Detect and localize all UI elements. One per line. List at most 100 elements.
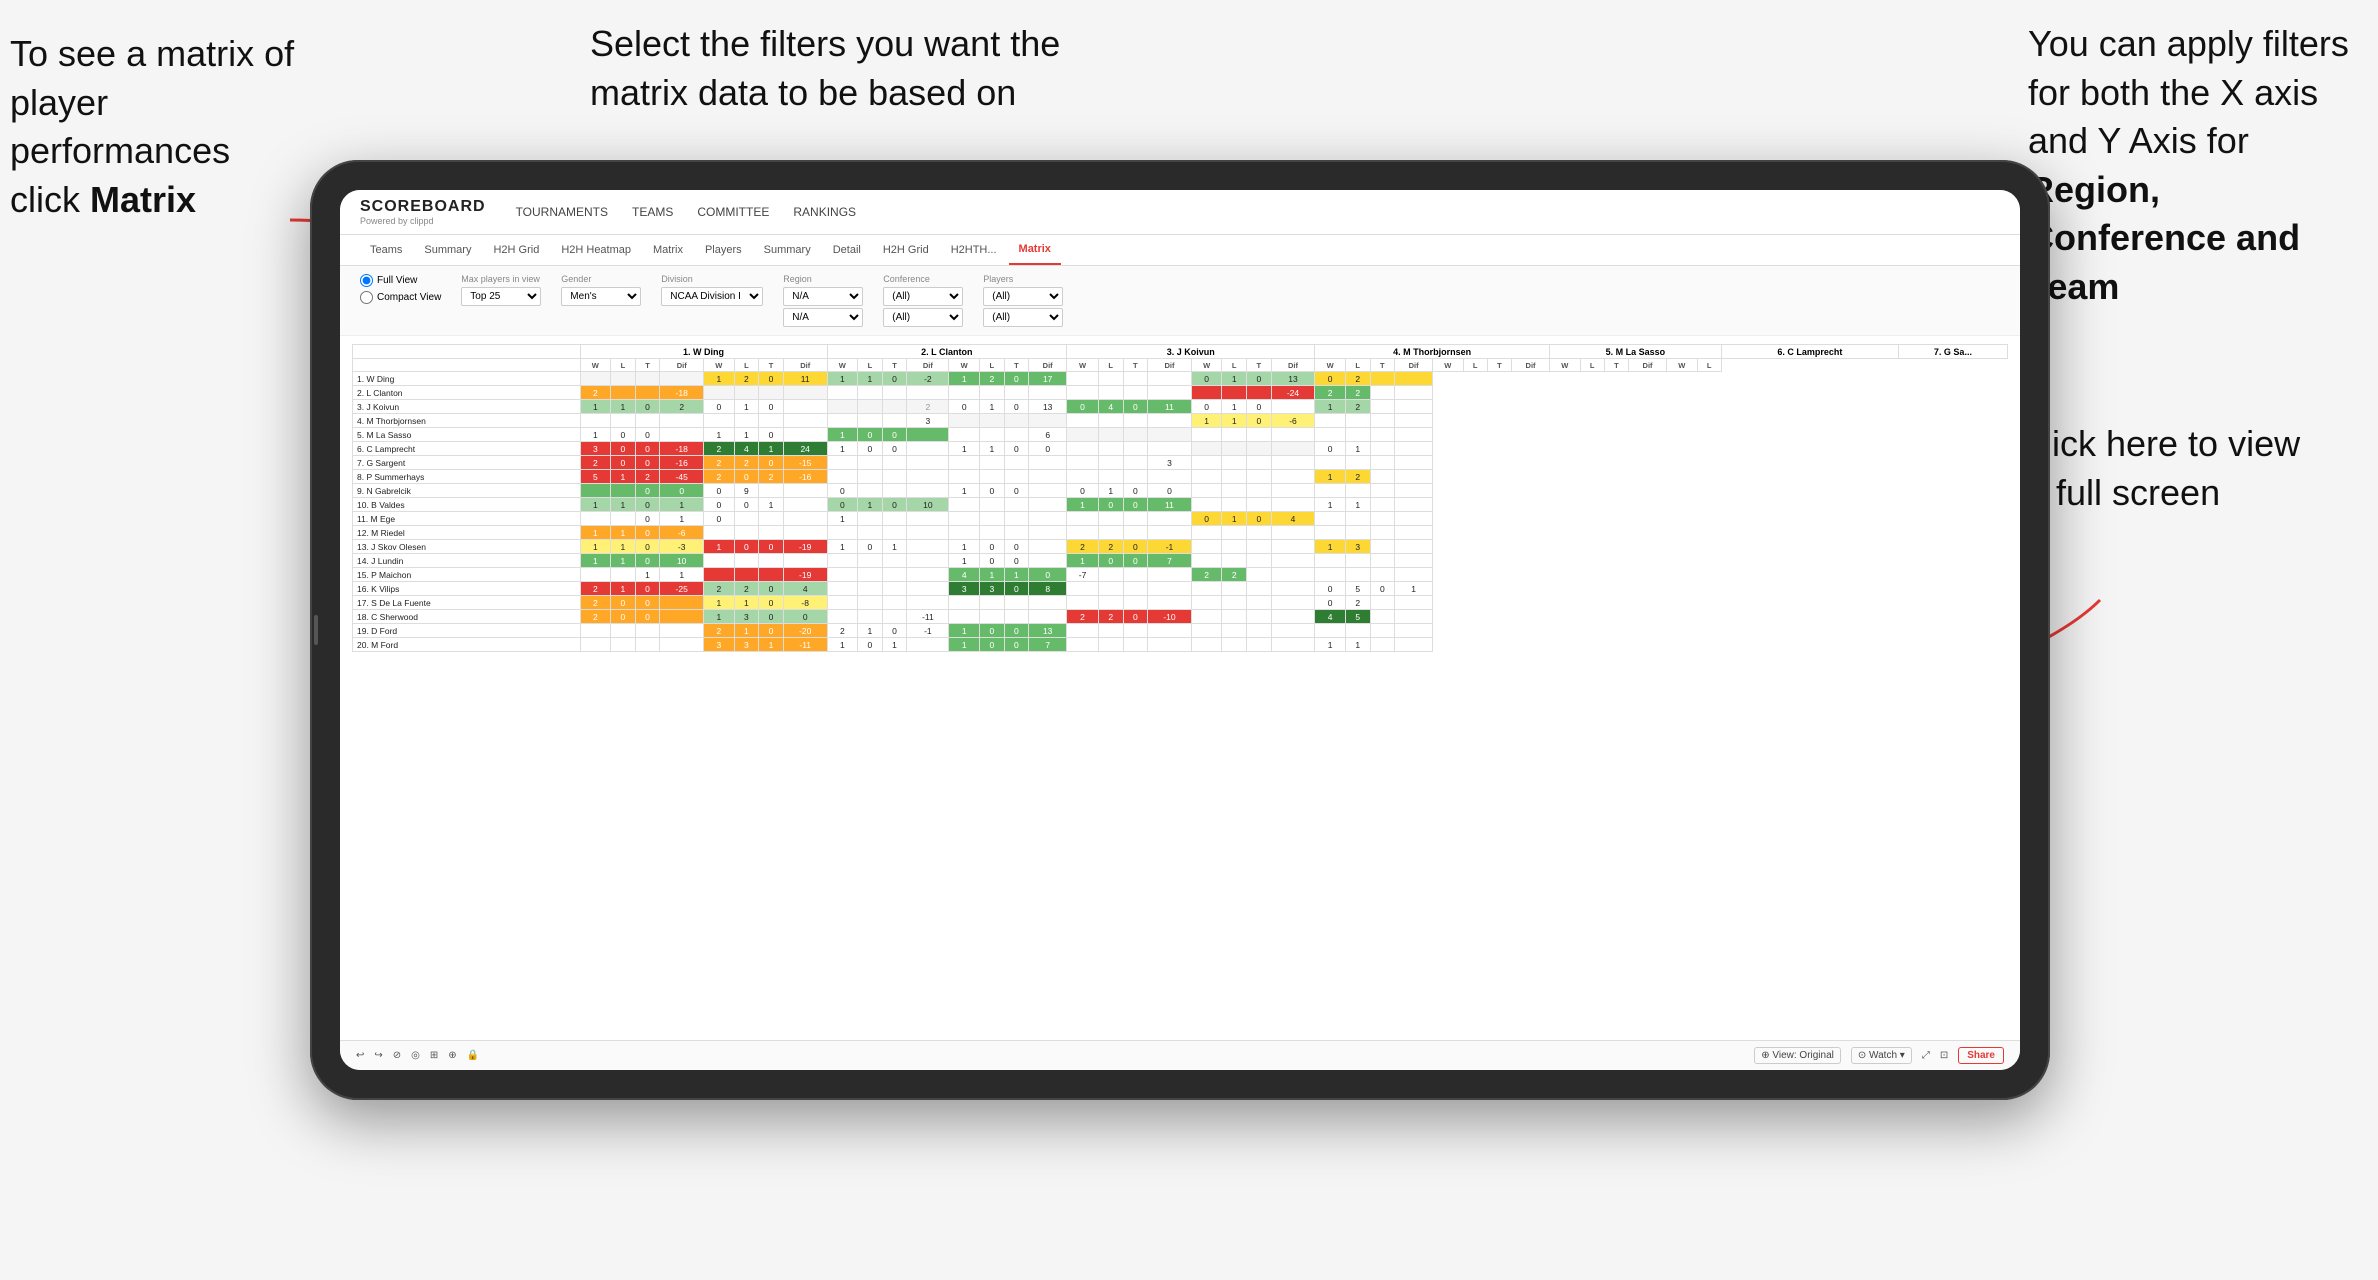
settings-button[interactable]: 🔒 bbox=[467, 1050, 479, 1061]
full-view-label[interactable]: Full View bbox=[360, 274, 441, 287]
tablet-screen: SCOREBOARD Powered by clippd TOURNAMENTS… bbox=[340, 190, 2020, 1070]
matrix-area[interactable]: 1. W Ding 2. L Clanton 3. J Koivun 4. M … bbox=[340, 336, 2020, 1040]
table-row: 20. M Ford 331-11 101 1007 11 bbox=[353, 638, 2008, 652]
grid-button[interactable]: ⊞ bbox=[430, 1050, 438, 1061]
table-row: 17. S De La Fuente 200 110-8 02 bbox=[353, 596, 2008, 610]
filter-region-label: Region bbox=[783, 274, 863, 284]
table-row: 14. J Lundin 11010 100 1007 bbox=[353, 554, 2008, 568]
target-button[interactable]: ◎ bbox=[411, 1050, 420, 1061]
full-view-radio[interactable] bbox=[360, 274, 373, 287]
logo: SCOREBOARD Powered by clippd bbox=[360, 198, 486, 226]
table-row: 11. M Ege 01 0 1 0104 bbox=[353, 512, 2008, 526]
filter-region: Region N/A N/A bbox=[783, 274, 863, 327]
filter-region-select1[interactable]: N/A bbox=[783, 287, 863, 306]
filter-players-select1[interactable]: (All) bbox=[983, 287, 1063, 306]
nav-item-teams[interactable]: TEAMS bbox=[632, 201, 673, 223]
table-row: 10. B Valdes 1101 001 01010 10011 11 bbox=[353, 498, 2008, 512]
view-label[interactable]: ⊕ View: Original bbox=[1754, 1047, 1841, 1064]
tablet-side-button bbox=[314, 615, 318, 645]
table-row: 5. M La Sasso 100 110 100 6 bbox=[353, 428, 2008, 442]
col-header-3: 3. J Koivun bbox=[1067, 345, 1315, 359]
filter-division: Division NCAA Division I bbox=[661, 274, 763, 306]
col-header-empty bbox=[353, 345, 581, 359]
undo-button[interactable]: ↩ bbox=[356, 1050, 364, 1061]
filter-conference-label: Conference bbox=[883, 274, 963, 284]
filter-max-players: Max players in view Top 25 bbox=[461, 274, 541, 306]
bottom-toolbar: ↩ ↪ ⊘ ◎ ⊞ ⊕ 🔒 ⊕ View: Original ⊙ Watch ▾… bbox=[340, 1040, 2020, 1070]
filter-region-select2[interactable]: N/A bbox=[783, 308, 863, 327]
share-button[interactable]: Share bbox=[1958, 1047, 2004, 1064]
nav-items: TOURNAMENTS TEAMS COMMITTEE RANKINGS bbox=[516, 201, 856, 223]
tab-summary2[interactable]: Summary bbox=[754, 236, 821, 264]
add-button[interactable]: ⊕ bbox=[448, 1050, 456, 1061]
expand-button[interactable]: ⊡ bbox=[1940, 1050, 1948, 1061]
filters-row: Full View Compact View Max players in vi… bbox=[340, 266, 2020, 336]
annotation-topright: You can apply filters for both the X axi… bbox=[2028, 20, 2358, 312]
col-header-5: 5. M La Sasso bbox=[1550, 345, 1722, 359]
tab-h2hgrid[interactable]: H2H Grid bbox=[483, 236, 549, 264]
table-row: 2. L Clanton 2-18 -24 22 bbox=[353, 386, 2008, 400]
watch-button[interactable]: ⊙ Watch ▾ bbox=[1851, 1047, 1912, 1064]
tab-matrix-main[interactable]: Matrix bbox=[643, 236, 693, 264]
matrix-table: 1. W Ding 2. L Clanton 3. J Koivun 4. M … bbox=[352, 344, 2008, 652]
filter-gender-select[interactable]: Men's bbox=[561, 287, 641, 306]
table-row: 19. D Ford 210-20 210-1 10013 bbox=[353, 624, 2008, 638]
col-header-4: 4. M Thorbjornsen bbox=[1315, 345, 1550, 359]
filter-players-select2[interactable]: (All) bbox=[983, 308, 1063, 327]
filter-max-label: Max players in view bbox=[461, 274, 541, 284]
tab-matrix-active[interactable]: Matrix bbox=[1009, 235, 1061, 265]
redo-button[interactable]: ↪ bbox=[374, 1050, 382, 1061]
sub-tabs: Teams Summary H2H Grid H2H Heatmap Matri… bbox=[340, 235, 2020, 266]
nav-item-committee[interactable]: COMMITTEE bbox=[697, 201, 769, 223]
filter-conference-select1[interactable]: (All) bbox=[883, 287, 963, 306]
filter-max-select[interactable]: Top 25 bbox=[461, 287, 541, 306]
tab-summary[interactable]: Summary bbox=[414, 236, 481, 264]
table-row: 4. M Thorbjornsen 3 110-6 bbox=[353, 414, 2008, 428]
table-row: 1. W Ding 12011 110-2 12017 01013 02 bbox=[353, 372, 2008, 386]
col-header-7: 7. G Sa... bbox=[1898, 345, 2007, 359]
filter-division-label: Division bbox=[661, 274, 763, 284]
table-row: 7. G Sargent 200-16 220-15 3 bbox=[353, 456, 2008, 470]
fullscreen-button[interactable]: ⤢ bbox=[1922, 1050, 1930, 1061]
compact-view-text: Compact View bbox=[377, 292, 441, 303]
tab-h2hheatmap[interactable]: H2H Heatmap bbox=[551, 236, 641, 264]
top-nav: SCOREBOARD Powered by clippd TOURNAMENTS… bbox=[340, 190, 2020, 235]
annotation-topleft: To see a matrix of player performances c… bbox=[10, 30, 330, 224]
col-header-1: 1. W Ding bbox=[580, 345, 827, 359]
col-header-2: 2. L Clanton bbox=[827, 345, 1067, 359]
col-header-6: 6. C Lamprecht bbox=[1721, 345, 1898, 359]
tab-h2hgrid2[interactable]: H2H Grid bbox=[873, 236, 939, 264]
tab-players[interactable]: Players bbox=[695, 236, 752, 264]
annotation-topmid: Select the filters you want the matrix d… bbox=[590, 20, 1070, 117]
table-row: 3. J Koivun 1102 010 2 01013 04011 010 1… bbox=[353, 400, 2008, 414]
compact-view-radio[interactable] bbox=[360, 291, 373, 304]
logo-sub: Powered by clippd bbox=[360, 216, 486, 226]
filter-division-select[interactable]: NCAA Division I bbox=[661, 287, 763, 306]
toolbar-left: ↩ ↪ ⊘ ◎ ⊞ ⊕ 🔒 bbox=[356, 1050, 479, 1061]
filter-players: Players (All) (All) bbox=[983, 274, 1063, 327]
tab-h2hth[interactable]: H2HTH... bbox=[941, 236, 1007, 264]
table-row: 12. M Riedel 110-6 bbox=[353, 526, 2008, 540]
full-view-text: Full View bbox=[377, 275, 417, 286]
logo-text: SCOREBOARD bbox=[360, 198, 486, 216]
nav-item-tournaments[interactable]: TOURNAMENTS bbox=[516, 201, 608, 223]
table-row: 9. N Gabrelcik 00 09 0 100 0100 bbox=[353, 484, 2008, 498]
table-row: 16. K Vilips 210-25 2204 3308 0501 bbox=[353, 582, 2008, 596]
table-row: 18. C Sherwood 200 1300 -11 220-10 45 bbox=[353, 610, 2008, 624]
filter-gender-label: Gender bbox=[561, 274, 641, 284]
table-row: 6. C Lamprecht 300-18 24124 100 1100 01 bbox=[353, 442, 2008, 456]
annotation-bottomright: Click here to view in full screen bbox=[2018, 420, 2328, 517]
nav-item-rankings[interactable]: RANKINGS bbox=[793, 201, 856, 223]
filter-players-label: Players bbox=[983, 274, 1063, 284]
filter-conference: Conference (All) (All) bbox=[883, 274, 963, 327]
refresh-button[interactable]: ⊘ bbox=[393, 1050, 401, 1061]
filter-gender: Gender Men's bbox=[561, 274, 641, 306]
filter-conference-select2[interactable]: (All) bbox=[883, 308, 963, 327]
view-options: Full View Compact View bbox=[360, 274, 441, 304]
tab-detail[interactable]: Detail bbox=[823, 236, 871, 264]
compact-view-label[interactable]: Compact View bbox=[360, 291, 441, 304]
table-row: 8. P Summerhays 512-45 202-16 12 bbox=[353, 470, 2008, 484]
tab-teams[interactable]: Teams bbox=[360, 236, 412, 264]
toolbar-right: ⊕ View: Original ⊙ Watch ▾ ⤢ ⊡ Share bbox=[1754, 1047, 2004, 1064]
tablet-frame: SCOREBOARD Powered by clippd TOURNAMENTS… bbox=[310, 160, 2050, 1100]
